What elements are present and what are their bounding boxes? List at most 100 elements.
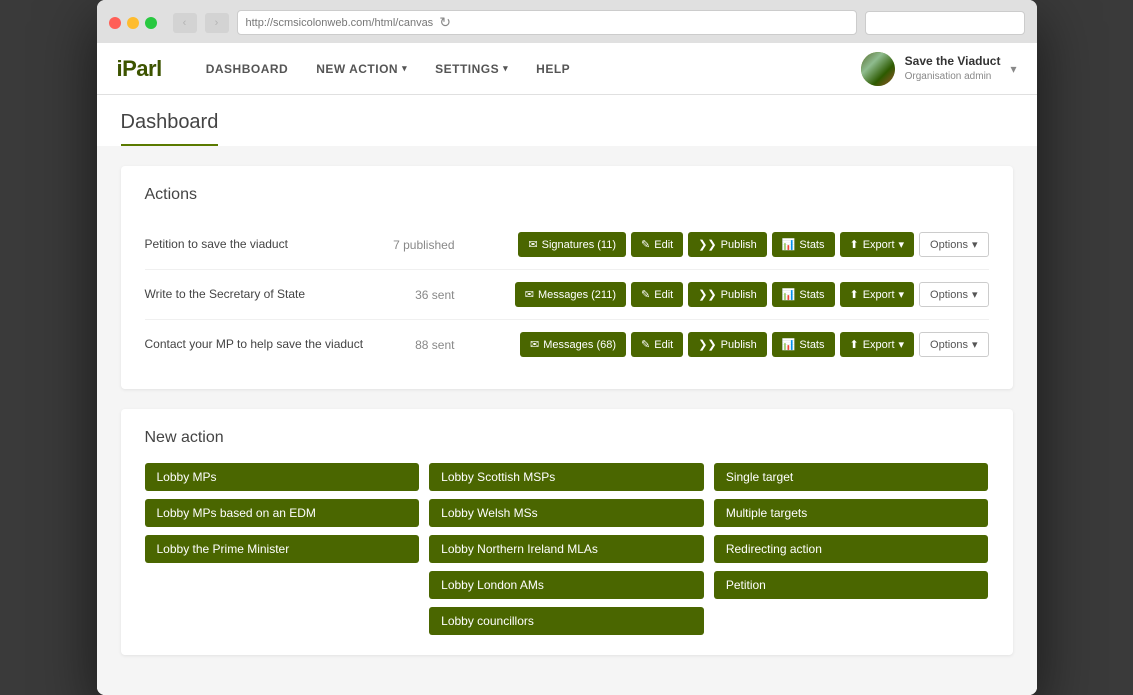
export-button-2[interactable]: ⬆ Export ▾: [840, 282, 915, 307]
nav-item-new-action[interactable]: NEW ACTION ▾: [302, 43, 421, 95]
minimize-button[interactable]: [127, 17, 139, 29]
avatar-image: [861, 52, 895, 86]
stats-button-2[interactable]: 📊 Stats: [772, 282, 835, 307]
signatures-button-1[interactable]: ✉ Signatures (11): [518, 232, 626, 257]
actions-section-title: Actions: [145, 186, 989, 204]
action-row-3: Contact your MP to help save the viaduct…: [145, 320, 989, 369]
export-button-3[interactable]: ⬆ Export ▾: [840, 332, 915, 357]
logo-text: iParl: [117, 56, 162, 81]
stats-button-1[interactable]: 📊 Stats: [772, 232, 835, 257]
publish-button-1[interactable]: ❯❯ Publish: [688, 232, 767, 257]
export-button-1[interactable]: ⬆ Export ▾: [840, 232, 915, 257]
browser-window: ‹ › http://scmsicolonweb.com/html/canvas…: [97, 0, 1037, 695]
nav-user: Save the Viaduct Organisation admin ▾: [861, 52, 1017, 86]
options-button-1[interactable]: Options ▾: [919, 232, 988, 257]
stats-button-3[interactable]: 📊 Stats: [772, 332, 835, 357]
action-name-2: Write to the Secretary of State: [145, 286, 365, 303]
nav-menu: DASHBOARD NEW ACTION ▾ SETTINGS ▾ HELP: [192, 43, 861, 95]
options-caret-2: ▾: [972, 288, 978, 301]
messages-button-2[interactable]: ✉ Messages (211): [515, 282, 626, 307]
url-bar[interactable]: http://scmsicolonweb.com/html/canvas ↻: [237, 10, 857, 35]
nav-item-settings[interactable]: SETTINGS ▾: [421, 43, 522, 95]
back-button[interactable]: ‹: [173, 13, 197, 33]
stats-icon-2: 📊: [782, 288, 796, 301]
action-name-1: Petition to save the viaduct: [145, 236, 365, 253]
nav-item-help[interactable]: HELP: [522, 43, 584, 95]
edit-icon-3: ✎: [641, 338, 650, 351]
action-buttons-3: ✉ Messages (68) ✎ Edit ❯❯ Publish: [465, 332, 989, 357]
maximize-button[interactable]: [145, 17, 157, 29]
lobby-mps-button[interactable]: Lobby MPs: [145, 463, 420, 491]
browser-search-input[interactable]: [865, 11, 1025, 35]
user-role: Organisation admin: [905, 70, 1001, 83]
single-target-button[interactable]: Single target: [714, 463, 989, 491]
lobby-councillors-button[interactable]: Lobby councillors: [429, 607, 704, 635]
action-count-2: 36 sent: [375, 288, 455, 302]
options-button-2[interactable]: Options ▾: [919, 282, 988, 307]
export-caret-1: ▾: [899, 238, 905, 251]
actions-section: Actions Petition to save the viaduct 7 p…: [121, 166, 1013, 389]
nav-item-dashboard[interactable]: DASHBOARD: [192, 43, 303, 95]
app-nav: iParl DASHBOARD NEW ACTION ▾ SETTINGS ▾ …: [97, 43, 1037, 95]
avatar: [861, 52, 895, 86]
action-count-3: 88 sent: [375, 338, 455, 352]
main-content: Actions Petition to save the viaduct 7 p…: [97, 146, 1037, 695]
petition-button[interactable]: Petition: [714, 571, 989, 599]
new-action-caret: ▾: [402, 63, 407, 74]
options-caret-1: ▾: [972, 238, 978, 251]
envelope-icon-3: ✉: [530, 338, 539, 351]
action-row-2: Write to the Secretary of State 36 sent …: [145, 270, 989, 320]
options-button-3[interactable]: Options ▾: [919, 332, 988, 357]
app-container: iParl DASHBOARD NEW ACTION ▾ SETTINGS ▾ …: [97, 43, 1037, 695]
export-icon-3: ⬆: [850, 338, 859, 351]
export-icon-2: ⬆: [850, 288, 859, 301]
edit-button-2[interactable]: ✎ Edit: [631, 282, 683, 307]
action-name-3: Contact your MP to help save the viaduct: [145, 336, 365, 353]
publish-icon-3: ❯❯: [698, 338, 716, 351]
lobby-pm-button[interactable]: Lobby the Prime Minister: [145, 535, 420, 563]
action-row-1: Petition to save the viaduct 7 published…: [145, 220, 989, 270]
user-name: Save the Viaduct: [905, 54, 1001, 70]
envelope-icon: ✉: [528, 238, 537, 251]
page-header: Dashboard: [97, 95, 1037, 146]
new-action-section-title: New action: [145, 429, 989, 447]
new-action-section: New action Lobby MPs Lobby MPs based on …: [121, 409, 1013, 655]
messages-button-3[interactable]: ✉ Messages (68): [520, 332, 626, 357]
lobby-scottish-msps-button[interactable]: Lobby Scottish MSPs: [429, 463, 704, 491]
browser-chrome: ‹ › http://scmsicolonweb.com/html/canvas…: [97, 0, 1037, 43]
publish-icon-1: ❯❯: [698, 238, 716, 251]
edit-icon-1: ✎: [641, 238, 650, 251]
publish-icon-2: ❯❯: [698, 288, 716, 301]
page-title: Dashboard: [121, 111, 219, 146]
publish-button-2[interactable]: ❯❯ Publish: [688, 282, 767, 307]
lobby-ni-mlas-button[interactable]: Lobby Northern Ireland MLAs: [429, 535, 704, 563]
new-action-col-3: Single target Multiple targets Redirecti…: [714, 463, 989, 635]
new-action-col-2: Lobby Scottish MSPs Lobby Welsh MSs Lobb…: [429, 463, 704, 635]
new-action-grid: Lobby MPs Lobby MPs based on an EDM Lobb…: [145, 463, 989, 635]
publish-button-3[interactable]: ❯❯ Publish: [688, 332, 767, 357]
close-button[interactable]: [109, 17, 121, 29]
url-text: http://scmsicolonweb.com/html/canvas: [246, 17, 434, 29]
edit-button-1[interactable]: ✎ Edit: [631, 232, 683, 257]
lobby-mps-edm-button[interactable]: Lobby MPs based on an EDM: [145, 499, 420, 527]
forward-button[interactable]: ›: [205, 13, 229, 33]
user-dropdown-caret[interactable]: ▾: [1010, 62, 1016, 76]
user-info: Save the Viaduct Organisation admin: [905, 54, 1001, 83]
export-caret-2: ▾: [899, 288, 905, 301]
lobby-welsh-ms-button[interactable]: Lobby Welsh MSs: [429, 499, 704, 527]
action-buttons-2: ✉ Messages (211) ✎ Edit ❯❯ Publish: [465, 282, 989, 307]
action-buttons-1: ✉ Signatures (11) ✎ Edit ❯❯ Publish: [465, 232, 989, 257]
stats-icon-3: 📊: [782, 338, 796, 351]
options-caret-3: ▾: [972, 338, 978, 351]
actions-table: Petition to save the viaduct 7 published…: [145, 220, 989, 369]
edit-button-3[interactable]: ✎ Edit: [631, 332, 683, 357]
app-logo: iParl: [117, 56, 162, 82]
export-caret-3: ▾: [899, 338, 905, 351]
lobby-london-ams-button[interactable]: Lobby London AMs: [429, 571, 704, 599]
action-count-1: 7 published: [375, 238, 455, 252]
multiple-targets-button[interactable]: Multiple targets: [714, 499, 989, 527]
edit-icon-2: ✎: [641, 288, 650, 301]
envelope-icon-2: ✉: [525, 288, 534, 301]
refresh-button[interactable]: ↻: [439, 14, 451, 31]
redirecting-action-button[interactable]: Redirecting action: [714, 535, 989, 563]
